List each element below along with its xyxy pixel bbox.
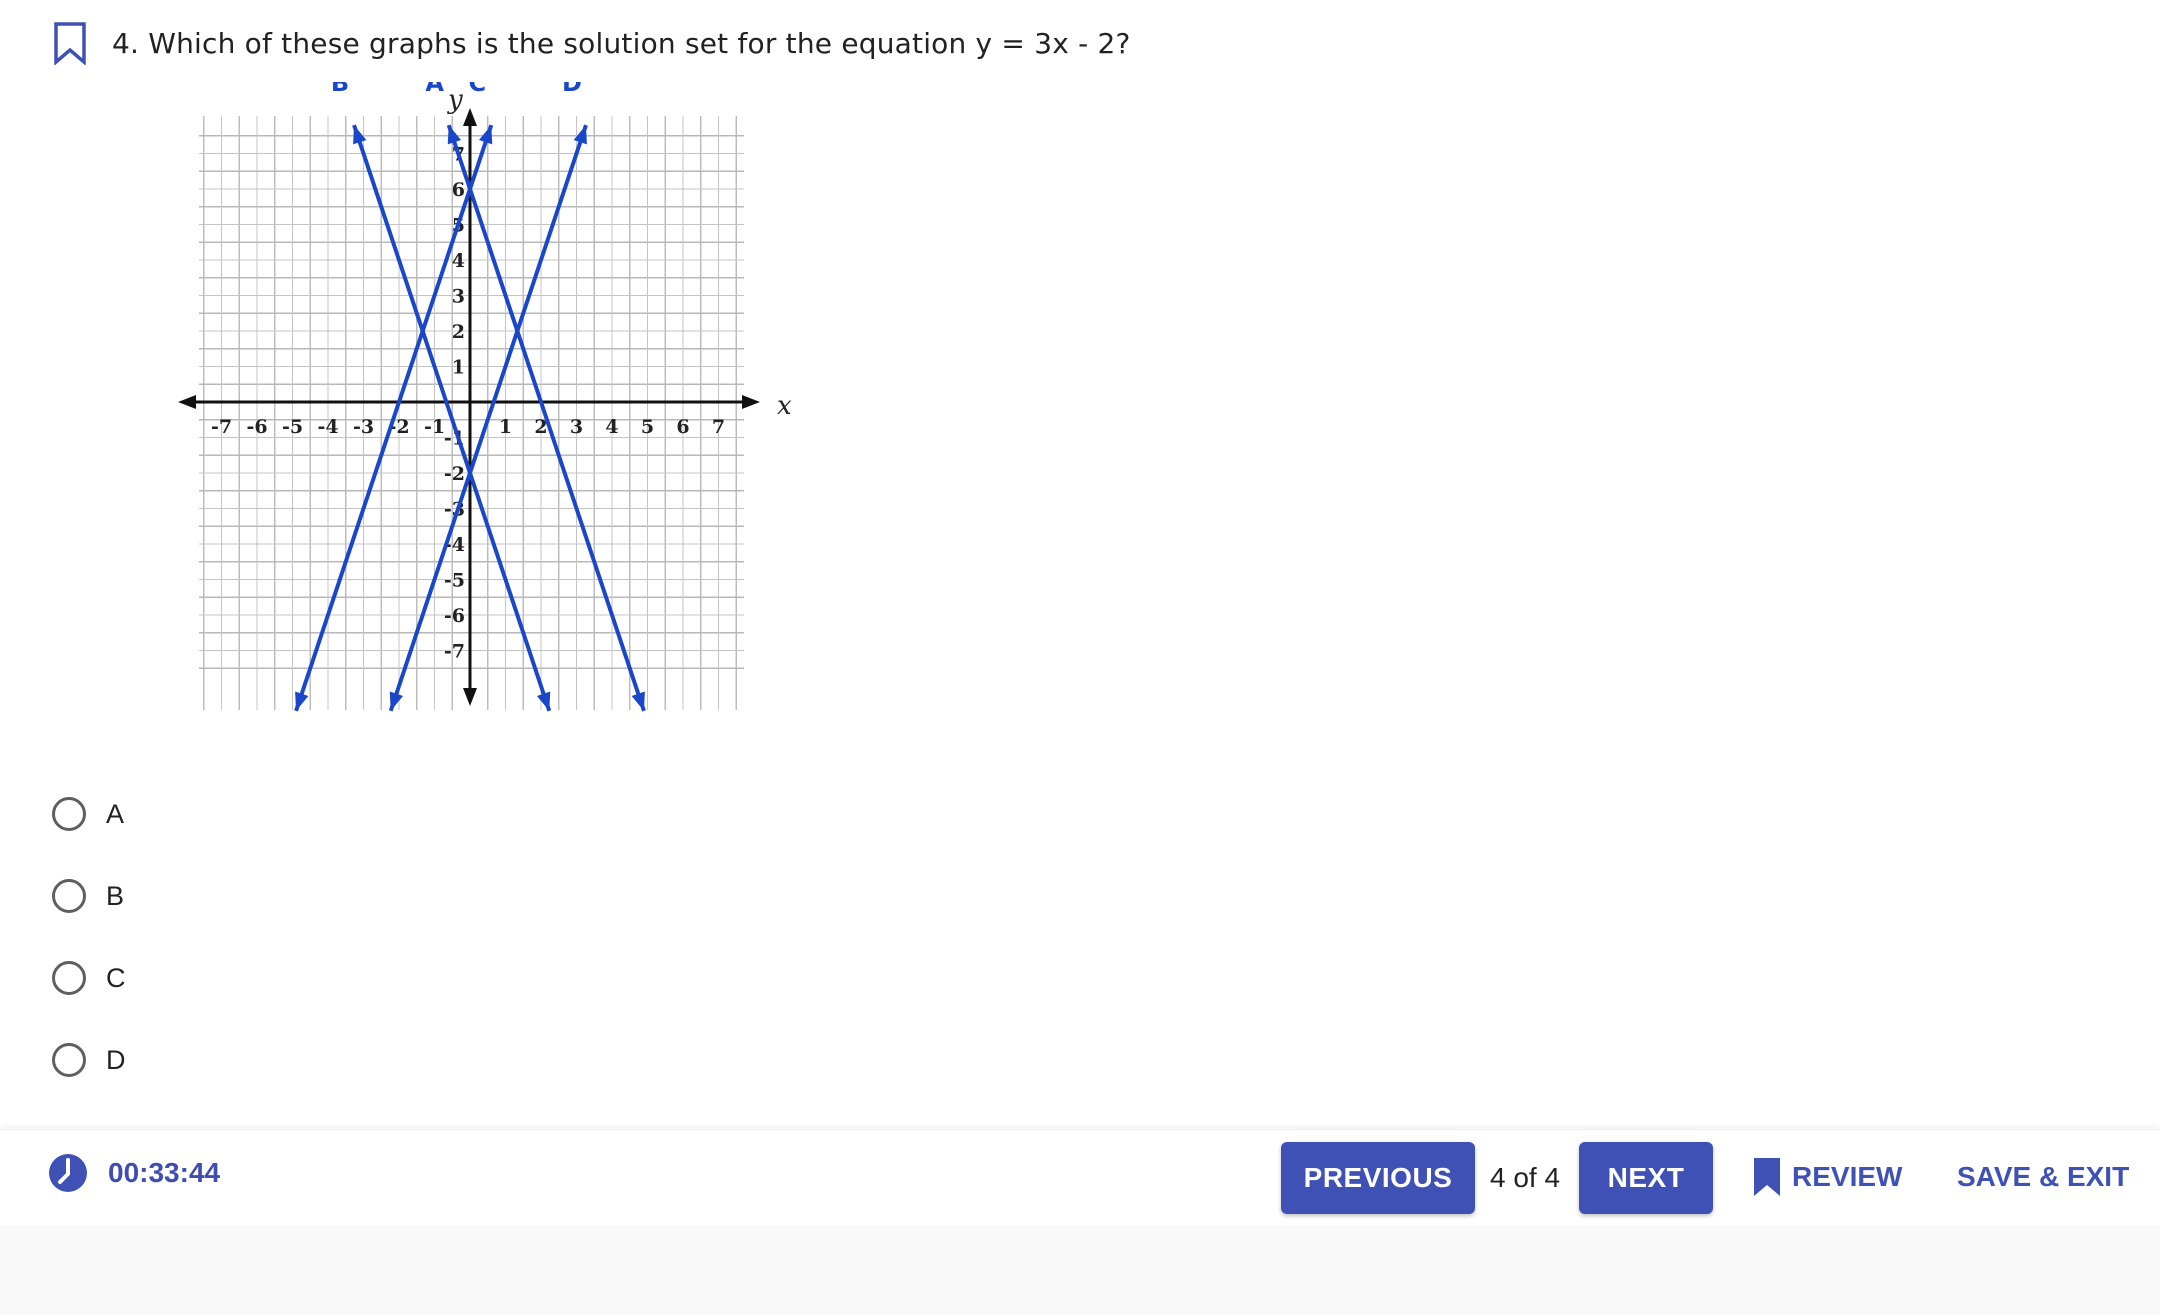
option-a[interactable]: A: [52, 788, 126, 840]
option-d[interactable]: D: [52, 1034, 126, 1086]
timer-text: 00:33:44: [108, 1157, 221, 1188]
x-tick-label: -7: [211, 416, 232, 438]
y-tick-label: 1: [452, 357, 465, 379]
y-tick-label: -6: [444, 605, 465, 627]
line-arrow-top: [478, 125, 493, 145]
bookmark-outline-icon[interactable]: [52, 21, 88, 65]
radio-button[interactable]: [52, 961, 86, 995]
line-arrow-bottom: [389, 691, 404, 711]
x-tick-label: 1: [499, 416, 512, 438]
x-tick-label: -5: [282, 416, 303, 438]
x-tick-label: 3: [570, 416, 583, 438]
x-tick-label: 5: [641, 416, 654, 438]
line-label-b: B: [331, 82, 349, 97]
y-tick-label: 2: [452, 321, 465, 343]
option-label: B: [106, 880, 125, 911]
clock-icon: [49, 1154, 87, 1192]
x-axis-arrow-left: [178, 395, 196, 409]
footer-bar: 00:33:44 PREVIOUS 4 of 4 NEXT REVIEW SAV…: [0, 1129, 2160, 1226]
save-exit-button[interactable]: SAVE & EXIT: [1957, 1153, 2129, 1201]
y-axis-arrow-up: [463, 108, 477, 126]
y-tick-label: 6: [452, 179, 465, 201]
x-tick-label: 6: [676, 416, 689, 438]
y-tick-label: -5: [444, 570, 465, 592]
option-label: A: [106, 798, 125, 829]
y-axis-arrow-down: [463, 688, 477, 706]
x-tick-label: 7: [712, 416, 725, 438]
question-header: 4. Which of these graphs is the solution…: [52, 18, 1131, 68]
review-button[interactable]: REVIEW: [1752, 1153, 1902, 1201]
y-tick-label: 3: [452, 286, 465, 308]
x-tick-label: -3: [353, 416, 374, 438]
radio-button[interactable]: [52, 797, 86, 831]
x-tick-label: -1: [424, 416, 445, 438]
bookmark-filled-icon: [1754, 1158, 1780, 1196]
y-tick-label: -2: [444, 463, 465, 485]
line-label-d: D: [562, 82, 582, 97]
graph-svg: -7-6-5-4-3-2-112345677654321-1-2-3-4-5-6…: [178, 82, 792, 712]
question-text: 4. Which of these graphs is the solution…: [112, 26, 1131, 60]
page-indicator: 4 of 4: [1490, 1162, 1561, 1193]
option-label: C: [106, 962, 126, 993]
line-label-c: C: [468, 82, 486, 97]
x-tick-label: 4: [605, 416, 618, 438]
y-tick-label: 4: [452, 250, 465, 272]
line-arrow-bottom: [295, 691, 309, 711]
bottom-bar: [0, 1226, 2160, 1315]
line-label-a: A: [425, 82, 444, 97]
x-tick-label: -4: [317, 416, 338, 438]
option-c[interactable]: C: [52, 952, 126, 1004]
x-axis-label: x: [777, 391, 792, 421]
next-button[interactable]: NEXT: [1579, 1142, 1713, 1214]
review-label: REVIEW: [1792, 1161, 1903, 1192]
line-arrow-bottom: [536, 691, 551, 711]
previous-button[interactable]: PREVIOUS: [1281, 1142, 1475, 1214]
timer: 00:33:44: [48, 1153, 220, 1193]
x-axis-arrow-right: [742, 395, 760, 409]
line-arrow-top: [447, 125, 462, 145]
line-arrow-bottom: [631, 691, 645, 711]
y-axis-label: y: [447, 85, 463, 115]
radio-button[interactable]: [52, 879, 86, 913]
y-tick-label: -7: [444, 641, 465, 663]
answer-options: A B C D: [52, 788, 126, 1116]
radio-button[interactable]: [52, 1043, 86, 1077]
line-arrow-top: [573, 125, 587, 145]
option-b[interactable]: B: [52, 870, 126, 922]
coordinate-graph: -7-6-5-4-3-2-112345677654321-1-2-3-4-5-6…: [170, 82, 810, 722]
line-arrow-top: [353, 125, 367, 145]
x-tick-label: -6: [246, 416, 267, 438]
option-label: D: [106, 1044, 126, 1075]
